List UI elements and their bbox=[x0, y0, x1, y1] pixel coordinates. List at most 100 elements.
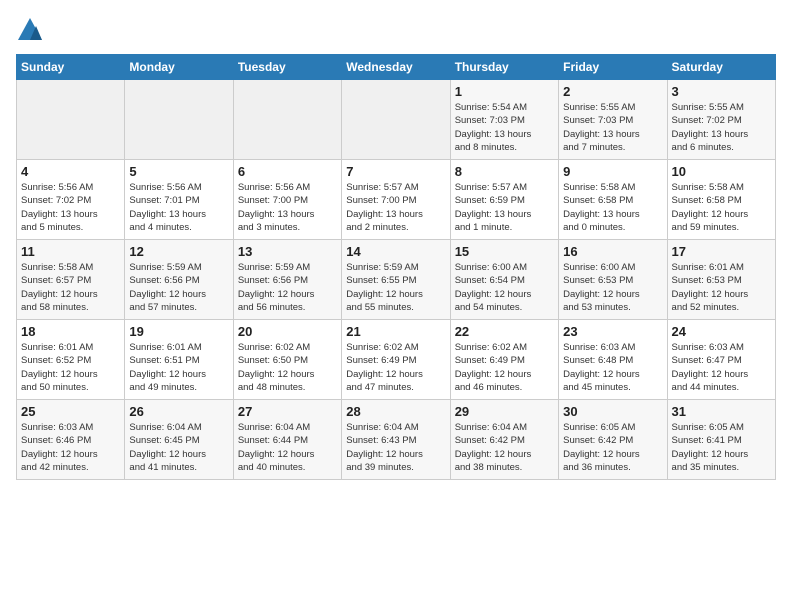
day-number: 23 bbox=[563, 324, 662, 339]
day-info: Sunrise: 5:59 AM Sunset: 6:56 PM Dayligh… bbox=[129, 261, 228, 314]
day-info: Sunrise: 5:58 AM Sunset: 6:57 PM Dayligh… bbox=[21, 261, 120, 314]
header-cell-sunday: Sunday bbox=[17, 55, 125, 80]
day-number: 30 bbox=[563, 404, 662, 419]
day-cell: 5 Sunrise: 5:56 AM Sunset: 7:01 PM Daylig… bbox=[125, 160, 233, 240]
day-cell: 27 Sunrise: 6:04 AM Sunset: 6:44 PM Dayli… bbox=[233, 400, 341, 480]
day-number: 18 bbox=[21, 324, 120, 339]
week-row-3: 18 Sunrise: 6:01 AM Sunset: 6:52 PM Dayli… bbox=[17, 320, 776, 400]
day-cell: 28 Sunrise: 6:04 AM Sunset: 6:43 PM Dayli… bbox=[342, 400, 450, 480]
day-info: Sunrise: 6:00 AM Sunset: 6:54 PM Dayligh… bbox=[455, 261, 554, 314]
day-cell bbox=[125, 80, 233, 160]
day-cell: 14 Sunrise: 5:59 AM Sunset: 6:55 PM Dayli… bbox=[342, 240, 450, 320]
calendar-header: SundayMondayTuesdayWednesdayThursdayFrid… bbox=[17, 55, 776, 80]
day-info: Sunrise: 6:01 AM Sunset: 6:52 PM Dayligh… bbox=[21, 341, 120, 394]
day-number: 26 bbox=[129, 404, 228, 419]
day-info: Sunrise: 6:02 AM Sunset: 6:49 PM Dayligh… bbox=[455, 341, 554, 394]
day-number: 14 bbox=[346, 244, 445, 259]
day-number: 1 bbox=[455, 84, 554, 99]
day-cell: 30 Sunrise: 6:05 AM Sunset: 6:42 PM Dayli… bbox=[559, 400, 667, 480]
day-cell: 19 Sunrise: 6:01 AM Sunset: 6:51 PM Dayli… bbox=[125, 320, 233, 400]
day-info: Sunrise: 6:04 AM Sunset: 6:43 PM Dayligh… bbox=[346, 421, 445, 474]
day-info: Sunrise: 5:59 AM Sunset: 6:56 PM Dayligh… bbox=[238, 261, 337, 314]
day-cell: 17 Sunrise: 6:01 AM Sunset: 6:53 PM Dayli… bbox=[667, 240, 775, 320]
day-info: Sunrise: 5:59 AM Sunset: 6:55 PM Dayligh… bbox=[346, 261, 445, 314]
day-number: 17 bbox=[672, 244, 771, 259]
day-info: Sunrise: 6:03 AM Sunset: 6:46 PM Dayligh… bbox=[21, 421, 120, 474]
day-number: 9 bbox=[563, 164, 662, 179]
header-cell-thursday: Thursday bbox=[450, 55, 558, 80]
day-number: 20 bbox=[238, 324, 337, 339]
day-info: Sunrise: 5:56 AM Sunset: 7:00 PM Dayligh… bbox=[238, 181, 337, 234]
day-cell: 22 Sunrise: 6:02 AM Sunset: 6:49 PM Dayli… bbox=[450, 320, 558, 400]
week-row-2: 11Sunrise: 5:58 AM Sunset: 6:57 PM Dayli… bbox=[17, 240, 776, 320]
day-cell: 9 Sunrise: 5:58 AM Sunset: 6:58 PM Daylig… bbox=[559, 160, 667, 240]
day-info: Sunrise: 5:55 AM Sunset: 7:03 PM Dayligh… bbox=[563, 101, 662, 154]
day-info: Sunrise: 5:56 AM Sunset: 7:01 PM Dayligh… bbox=[129, 181, 228, 234]
day-cell: 24 Sunrise: 6:03 AM Sunset: 6:47 PM Dayli… bbox=[667, 320, 775, 400]
day-number: 5 bbox=[129, 164, 228, 179]
day-info: Sunrise: 6:05 AM Sunset: 6:41 PM Dayligh… bbox=[672, 421, 771, 474]
day-cell: 7 Sunrise: 5:57 AM Sunset: 7:00 PM Daylig… bbox=[342, 160, 450, 240]
day-number: 16 bbox=[563, 244, 662, 259]
header-row: SundayMondayTuesdayWednesdayThursdayFrid… bbox=[17, 55, 776, 80]
day-number: 22 bbox=[455, 324, 554, 339]
day-cell: 20 Sunrise: 6:02 AM Sunset: 6:50 PM Dayli… bbox=[233, 320, 341, 400]
day-info: Sunrise: 5:55 AM Sunset: 7:02 PM Dayligh… bbox=[672, 101, 771, 154]
day-cell: 12Sunrise: 5:59 AM Sunset: 6:56 PM Dayli… bbox=[125, 240, 233, 320]
day-cell bbox=[17, 80, 125, 160]
day-info: Sunrise: 5:57 AM Sunset: 7:00 PM Dayligh… bbox=[346, 181, 445, 234]
day-cell: 6Sunrise: 5:56 AM Sunset: 7:00 PM Daylig… bbox=[233, 160, 341, 240]
day-info: Sunrise: 6:00 AM Sunset: 6:53 PM Dayligh… bbox=[563, 261, 662, 314]
logo-icon bbox=[16, 16, 44, 44]
day-number: 25 bbox=[21, 404, 120, 419]
day-number: 29 bbox=[455, 404, 554, 419]
day-cell bbox=[233, 80, 341, 160]
day-info: Sunrise: 5:54 AM Sunset: 7:03 PM Dayligh… bbox=[455, 101, 554, 154]
day-cell: 8 Sunrise: 5:57 AM Sunset: 6:59 PM Daylig… bbox=[450, 160, 558, 240]
day-number: 19 bbox=[129, 324, 228, 339]
day-cell: 1 Sunrise: 5:54 AM Sunset: 7:03 PM Daylig… bbox=[450, 80, 558, 160]
day-number: 28 bbox=[346, 404, 445, 419]
day-number: 24 bbox=[672, 324, 771, 339]
day-cell: 25 Sunrise: 6:03 AM Sunset: 6:46 PM Dayli… bbox=[17, 400, 125, 480]
day-number: 15 bbox=[455, 244, 554, 259]
day-cell: 26 Sunrise: 6:04 AM Sunset: 6:45 PM Dayli… bbox=[125, 400, 233, 480]
day-info: Sunrise: 6:02 AM Sunset: 6:50 PM Dayligh… bbox=[238, 341, 337, 394]
day-info: Sunrise: 6:04 AM Sunset: 6:44 PM Dayligh… bbox=[238, 421, 337, 474]
day-number: 21 bbox=[346, 324, 445, 339]
day-number: 27 bbox=[238, 404, 337, 419]
week-row-1: 4Sunrise: 5:56 AM Sunset: 7:02 PM Daylig… bbox=[17, 160, 776, 240]
header-cell-friday: Friday bbox=[559, 55, 667, 80]
day-cell: 29Sunrise: 6:04 AM Sunset: 6:42 PM Dayli… bbox=[450, 400, 558, 480]
day-cell: 3 Sunrise: 5:55 AM Sunset: 7:02 PM Daylig… bbox=[667, 80, 775, 160]
page-header bbox=[16, 16, 776, 44]
day-info: Sunrise: 6:05 AM Sunset: 6:42 PM Dayligh… bbox=[563, 421, 662, 474]
day-info: Sunrise: 6:01 AM Sunset: 6:51 PM Dayligh… bbox=[129, 341, 228, 394]
day-info: Sunrise: 6:01 AM Sunset: 6:53 PM Dayligh… bbox=[672, 261, 771, 314]
day-cell: 23Sunrise: 6:03 AM Sunset: 6:48 PM Dayli… bbox=[559, 320, 667, 400]
calendar-body: 1 Sunrise: 5:54 AM Sunset: 7:03 PM Daylig… bbox=[17, 80, 776, 480]
week-row-0: 1 Sunrise: 5:54 AM Sunset: 7:03 PM Daylig… bbox=[17, 80, 776, 160]
week-row-4: 25 Sunrise: 6:03 AM Sunset: 6:46 PM Dayli… bbox=[17, 400, 776, 480]
day-number: 13 bbox=[238, 244, 337, 259]
day-info: Sunrise: 5:57 AM Sunset: 6:59 PM Dayligh… bbox=[455, 181, 554, 234]
day-cell: 21 Sunrise: 6:02 AM Sunset: 6:49 PM Dayli… bbox=[342, 320, 450, 400]
day-info: Sunrise: 6:03 AM Sunset: 6:47 PM Dayligh… bbox=[672, 341, 771, 394]
day-number: 8 bbox=[455, 164, 554, 179]
day-cell: 4Sunrise: 5:56 AM Sunset: 7:02 PM Daylig… bbox=[17, 160, 125, 240]
day-info: Sunrise: 6:02 AM Sunset: 6:49 PM Dayligh… bbox=[346, 341, 445, 394]
day-cell: 10Sunrise: 5:58 AM Sunset: 6:58 PM Dayli… bbox=[667, 160, 775, 240]
header-cell-saturday: Saturday bbox=[667, 55, 775, 80]
day-number: 3 bbox=[672, 84, 771, 99]
day-cell: 2 Sunrise: 5:55 AM Sunset: 7:03 PM Daylig… bbox=[559, 80, 667, 160]
day-cell: 13 Sunrise: 5:59 AM Sunset: 6:56 PM Dayli… bbox=[233, 240, 341, 320]
header-cell-wednesday: Wednesday bbox=[342, 55, 450, 80]
day-number: 7 bbox=[346, 164, 445, 179]
day-cell: 11Sunrise: 5:58 AM Sunset: 6:57 PM Dayli… bbox=[17, 240, 125, 320]
day-number: 31 bbox=[672, 404, 771, 419]
day-number: 10 bbox=[672, 164, 771, 179]
header-cell-monday: Monday bbox=[125, 55, 233, 80]
day-number: 2 bbox=[563, 84, 662, 99]
day-info: Sunrise: 6:04 AM Sunset: 6:45 PM Dayligh… bbox=[129, 421, 228, 474]
day-info: Sunrise: 5:58 AM Sunset: 6:58 PM Dayligh… bbox=[563, 181, 662, 234]
